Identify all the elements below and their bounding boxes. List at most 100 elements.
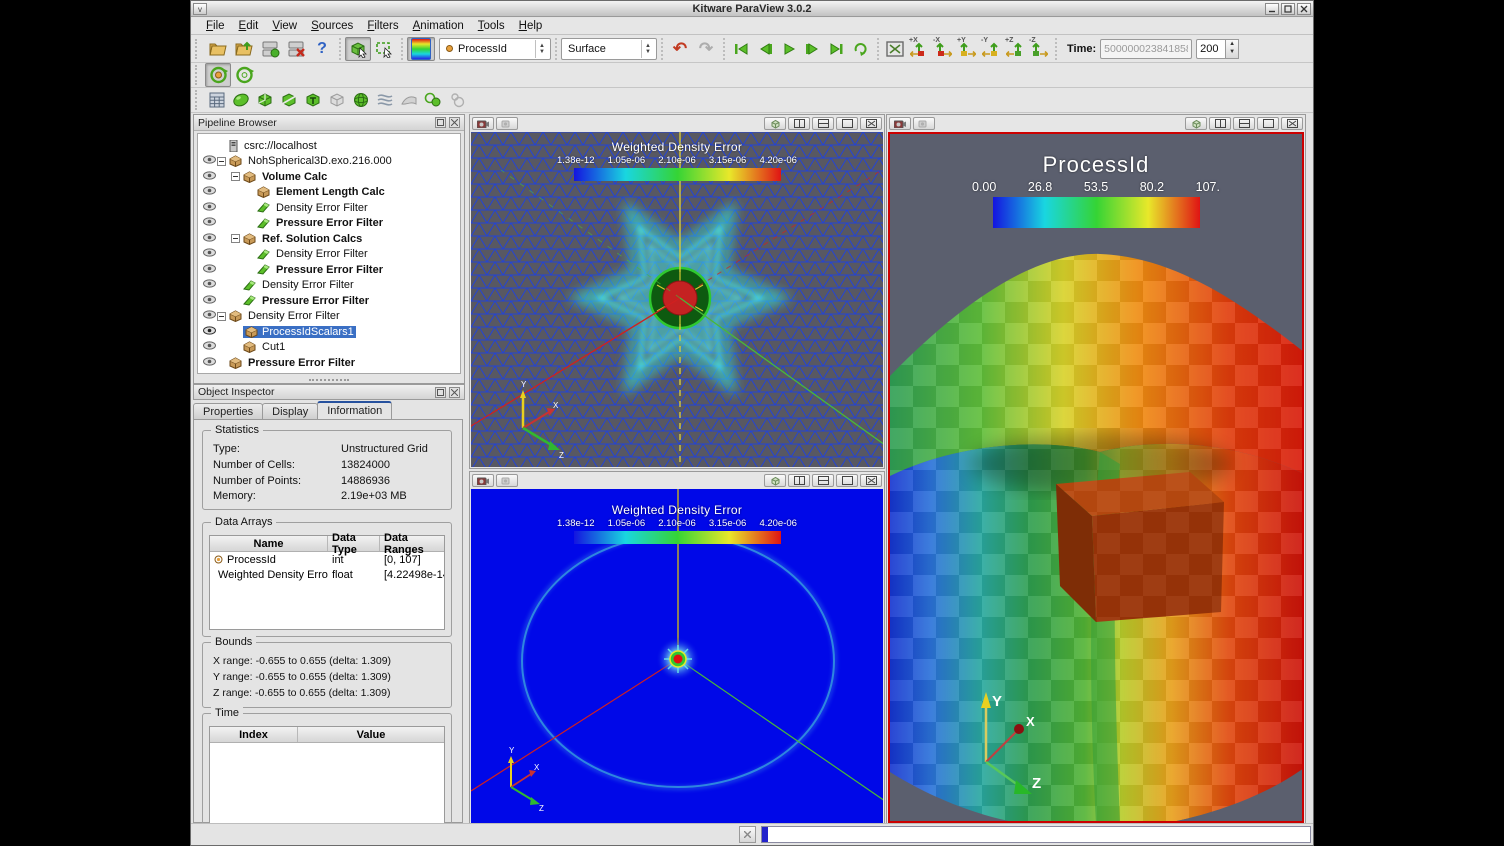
pipeline-item-density-error-filter-1[interactable]: Density Error Filter [198, 200, 460, 216]
loop-button[interactable] [849, 38, 873, 60]
maximize-view-button[interactable] [1257, 117, 1279, 130]
render-area-bottom[interactable]: Y X Z Weighted Density Error 1.38e-12 1.… [471, 489, 883, 823]
representation-combobox[interactable]: Surface ▲▼ [561, 38, 657, 60]
contour-filter-button[interactable] [349, 89, 373, 111]
menu-view[interactable]: View [265, 19, 304, 33]
abort-progress-button[interactable] [739, 826, 756, 843]
view-plus-x-button[interactable]: +X [907, 37, 931, 61]
camera-button[interactable] [889, 117, 911, 130]
frame-spinner[interactable]: ▲▼ [1226, 39, 1239, 59]
split-horizontal-button[interactable] [788, 117, 810, 130]
maximize-view-button[interactable] [836, 474, 858, 487]
help-button[interactable]: ? [309, 37, 335, 61]
eye-icon[interactable] [203, 217, 216, 226]
calculator-filter-button[interactable] [205, 89, 229, 111]
time-values-table[interactable]: Index Value [209, 726, 445, 830]
stream-tracer-filter-button[interactable] [373, 89, 397, 111]
rotate-camera-3d-button[interactable] [205, 63, 231, 87]
menu-filters[interactable]: Filters [360, 19, 405, 33]
eye-icon[interactable] [203, 310, 216, 319]
menu-animation[interactable]: Animation [406, 19, 471, 33]
view-minus-y-button[interactable]: -Y [979, 37, 1003, 61]
eye-icon[interactable] [203, 264, 216, 273]
tree-expander[interactable] [217, 157, 226, 166]
pipeline-browser-titlebar[interactable]: Pipeline Browser [194, 115, 464, 131]
threshold-filter-button[interactable] [301, 89, 325, 111]
menu-file[interactable]: File [199, 19, 232, 33]
pipeline-item-element-length-calc[interactable]: Element Length Calc [198, 185, 460, 201]
menu-edit[interactable]: Edit [232, 19, 266, 33]
eye-icon[interactable] [203, 202, 216, 211]
view-settings-button[interactable] [764, 474, 786, 487]
colorbar-top[interactable]: Weighted Density Error 1.38e-12 1.05e-06… [557, 140, 797, 181]
eye-icon[interactable] [203, 155, 216, 164]
pipeline-item-density-error-filter-2[interactable]: Density Error Filter [198, 247, 460, 263]
eye-icon[interactable] [203, 233, 216, 242]
colorbar-right[interactable]: ProcessId 0.00 26.8 53.5 80.2 107. [966, 152, 1226, 228]
camera-button[interactable] [472, 117, 494, 130]
frame-input[interactable] [1196, 39, 1226, 59]
disconnect-server-button[interactable] [283, 37, 309, 61]
link-camera-button[interactable] [913, 117, 935, 130]
title-bar[interactable]: Kitware ParaView 3.0.2 v [191, 1, 1313, 17]
group-datasets-filter-button[interactable] [421, 89, 445, 111]
dock-float-button[interactable] [435, 387, 446, 398]
dock-close-button[interactable] [449, 387, 460, 398]
menu-tools[interactable]: Tools [471, 19, 512, 33]
glyph-filter-button[interactable] [229, 89, 253, 111]
pipeline-item-density-error-filter-4[interactable]: Density Error Filter [198, 309, 460, 325]
play-button[interactable] [777, 38, 801, 60]
eye-icon[interactable] [203, 186, 216, 195]
minimize-button[interactable] [1265, 3, 1279, 15]
maximize-button[interactable] [1281, 3, 1295, 15]
view-settings-button[interactable] [764, 117, 786, 130]
toolbar-handle[interactable] [195, 90, 202, 110]
close-view-button[interactable] [860, 474, 882, 487]
eye-icon[interactable] [203, 248, 216, 257]
pipeline-item-cut1[interactable]: Cut1 [198, 340, 460, 356]
toolbar-handle[interactable] [195, 65, 202, 85]
menu-sources[interactable]: Sources [304, 19, 360, 33]
tree-expander[interactable] [231, 234, 240, 243]
view-settings-button[interactable] [1185, 117, 1207, 130]
maximize-view-button[interactable] [836, 117, 858, 130]
tree-expander[interactable] [231, 172, 240, 181]
system-menu-button[interactable]: v [193, 3, 207, 15]
color-by-combobox[interactable]: ProcessId ▲▼ [439, 38, 551, 60]
dock-float-button[interactable] [435, 117, 446, 128]
select-cells-on-surface-button[interactable] [345, 37, 371, 61]
rotate-camera-2d-button[interactable] [231, 63, 257, 87]
undo-button[interactable]: ↶ [667, 37, 693, 61]
split-horizontal-button[interactable] [788, 474, 810, 487]
view-minus-z-button[interactable]: -Z [1027, 37, 1051, 61]
save-data-button[interactable] [231, 37, 257, 61]
clip-filter-button[interactable] [253, 89, 277, 111]
pipeline-item-ref-solution-calcs[interactable]: Ref. Solution Calcs [198, 231, 460, 247]
pipeline-item-pressure-error-filter-1[interactable]: Pressure Error Filter [198, 216, 460, 232]
extract-subset-filter-button[interactable] [325, 89, 349, 111]
reset-camera-button[interactable] [883, 38, 907, 60]
table-row[interactable]: Weighted Density Error float [4.22498e-1… [210, 567, 444, 582]
last-frame-button[interactable] [825, 38, 849, 60]
colorbar-bottom[interactable]: Weighted Density Error 1.38e-12 1.05e-06… [557, 503, 797, 544]
time-input[interactable] [1100, 39, 1192, 59]
pipeline-item-pressure-error-filter-4[interactable]: Pressure Error Filter [198, 355, 460, 371]
pipeline-item-nohspherical[interactable]: NohSpherical3D.exo.216.000 [198, 154, 460, 170]
toolbar-handle[interactable] [195, 39, 202, 59]
camera-button[interactable] [472, 474, 494, 487]
object-inspector-titlebar[interactable]: Object Inspector [193, 384, 465, 400]
close-button[interactable] [1297, 3, 1311, 15]
split-vertical-button[interactable] [812, 117, 834, 130]
view-plus-y-button[interactable]: +Y [955, 37, 979, 61]
next-frame-button[interactable] [801, 38, 825, 60]
pipeline-item-localhost[interactable]: csrc://localhost [198, 138, 460, 154]
previous-frame-button[interactable] [753, 38, 777, 60]
split-vertical-button[interactable] [812, 474, 834, 487]
tab-properties[interactable]: Properties [193, 403, 263, 419]
split-vertical-button[interactable] [1233, 117, 1255, 130]
split-horizontal-button[interactable] [1209, 117, 1231, 130]
redo-button[interactable]: ↷ [693, 37, 719, 61]
render-area-right[interactable]: Y X Z ProcessId 0.00 26.8 53.5 80.2 107. [888, 132, 1304, 823]
edit-color-map-button[interactable] [407, 37, 435, 61]
warp-filter-button[interactable] [397, 89, 421, 111]
